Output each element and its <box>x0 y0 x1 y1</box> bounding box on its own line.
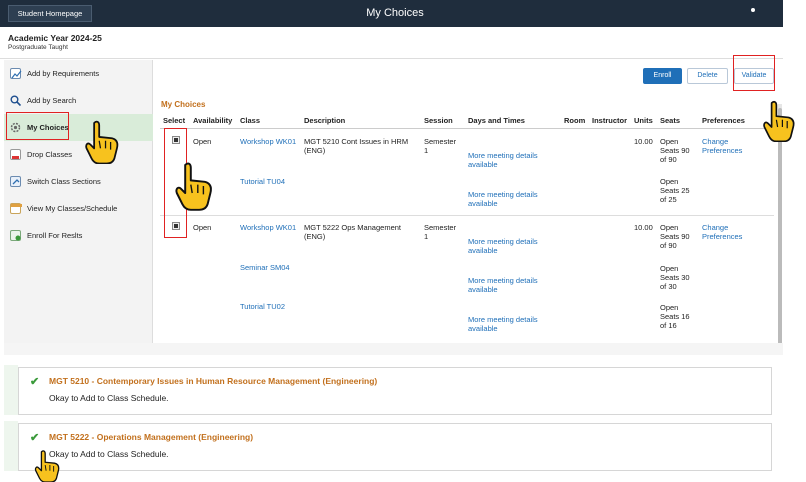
class-link[interactable]: Workshop WK01 <box>240 137 296 146</box>
sidebar-item-label: View My Classes/Schedule <box>27 204 118 213</box>
hand-pointer-icon <box>84 120 122 164</box>
col-instructor: Instructor <box>592 116 628 125</box>
class-link[interactable]: Tutorial TU02 <box>240 302 285 311</box>
hand-pointer-icon <box>762 100 798 142</box>
enroll-button[interactable]: Enroll <box>643 68 682 84</box>
enroll-icon <box>10 230 21 241</box>
meeting-details-link[interactable]: More meeting details available <box>468 190 550 208</box>
class-link[interactable]: Tutorial TU04 <box>240 177 285 186</box>
seats: Open Seats 16 of 16 <box>660 303 690 330</box>
top-header: Student Homepage My Choices <box>0 0 783 27</box>
hand-pointer-icon <box>32 450 64 482</box>
chart-icon <box>10 68 22 79</box>
validation-results: ✔ MGT 5210 - Contemporary Issues in Huma… <box>0 355 800 482</box>
sidebar-item-add-by-search[interactable]: Add by Search <box>4 87 153 114</box>
career-label: Postgraduate Taught <box>8 44 68 51</box>
change-preferences-link[interactable]: Change Preferences <box>702 223 752 241</box>
result-band <box>4 365 18 415</box>
row-divider <box>160 215 774 216</box>
calendar-icon <box>10 203 22 214</box>
col-seats: Seats <box>660 116 681 125</box>
col-description: Description <box>304 116 346 125</box>
validation-message: ✔ MGT 5222 - Operations Management (Engi… <box>18 423 772 471</box>
message-title: MGT 5222 - Operations Management (Engine… <box>49 432 254 442</box>
validation-message: ✔ MGT 5210 - Contemporary Issues in Huma… <box>18 367 772 415</box>
class-link[interactable]: Seminar SM04 <box>240 263 290 272</box>
seats: Open Seats 90 of 90 <box>660 223 690 250</box>
sidebar-item-label: Add by Requirements <box>27 69 100 78</box>
meeting-details-link[interactable]: More meeting details available <box>468 276 550 294</box>
notification-dot-icon[interactable] <box>751 8 755 12</box>
drop-icon <box>10 149 21 160</box>
switch-icon <box>10 176 21 187</box>
sidebar-item-view-my-classes[interactable]: View My Classes/Schedule <box>4 195 153 222</box>
my-choices-highlight <box>6 112 69 140</box>
student-homepage-button[interactable]: Student Homepage <box>8 5 92 22</box>
units: 10.00 <box>634 223 653 232</box>
col-class: Class <box>240 116 261 125</box>
description: MGT 5222 Ops Management (ENG) <box>304 223 401 241</box>
sidebar-item-add-by-requirements[interactable]: Add by Requirements <box>4 60 153 87</box>
main-panel: Enroll Delete Validate My Choices Select… <box>154 60 783 348</box>
col-days-and-times: Days and Times <box>468 116 525 125</box>
section-title: My Choices <box>161 100 206 109</box>
hand-pointer-icon <box>174 160 216 212</box>
availability: Open <box>193 137 212 146</box>
checkmark-icon: ✔ <box>30 432 40 444</box>
col-select: Select <box>163 116 186 125</box>
result-band <box>4 421 18 471</box>
page-title: My Choices <box>366 7 424 19</box>
search-icon <box>10 95 22 107</box>
scrollbar-thumb[interactable] <box>778 108 782 348</box>
availability: Open <box>193 223 212 232</box>
message-text: Okay to Add to Class Schedule. <box>49 393 169 403</box>
sidebar: Add by Requirements Add by Search My Cho… <box>4 60 153 343</box>
class-link[interactable]: Workshop WK01 <box>240 223 296 232</box>
seats: Open Seats 25 of 25 <box>660 177 690 204</box>
checkmark-icon: ✔ <box>30 376 40 388</box>
change-preferences-link[interactable]: Change Preferences <box>702 137 752 155</box>
sidebar-item-switch-class-sections[interactable]: Switch Class Sections <box>4 168 153 195</box>
sidebar-item-label: Switch Class Sections <box>27 177 101 186</box>
meeting-details-link[interactable]: More meeting details available <box>468 315 550 333</box>
col-session: Session <box>424 116 453 125</box>
validate-highlight <box>733 55 775 91</box>
academic-year: Academic Year 2024-25 <box>8 33 102 43</box>
sidebar-item-drop-classes[interactable]: Drop Classes <box>4 141 153 168</box>
meeting-details-link[interactable]: More meeting details available <box>468 151 550 169</box>
meeting-details-link[interactable]: More meeting details available <box>468 237 550 255</box>
col-availability: Availability <box>193 116 233 125</box>
context-bar: Academic Year 2024-25 Postgraduate Taugh… <box>0 27 783 59</box>
message-title: MGT 5210 - Contemporary Issues in Human … <box>49 376 378 386</box>
session: Semester 1 <box>424 137 457 155</box>
col-units: Units <box>634 116 653 125</box>
units: 10.00 <box>634 137 653 146</box>
sidebar-item-label: Add by Search <box>27 96 77 105</box>
col-room: Room <box>564 116 586 125</box>
session: Semester 1 <box>424 223 457 241</box>
sidebar-item-enroll-for-results[interactable]: Enroll For Reslts <box>4 222 153 249</box>
delete-button[interactable]: Delete <box>687 68 728 84</box>
sidebar-item-label: Enroll For Reslts <box>27 231 83 240</box>
seats: Open Seats 90 of 90 <box>660 137 690 164</box>
message-text: Okay to Add to Class Schedule. <box>49 449 169 459</box>
sidebar-item-label: Drop Classes <box>27 150 73 159</box>
seats: Open Seats 30 of 30 <box>660 264 690 291</box>
description: MGT 5210 Cont Issues in HRM (ENG) <box>304 137 409 155</box>
col-preferences: Preferences <box>702 116 745 125</box>
header-divider <box>160 128 774 129</box>
